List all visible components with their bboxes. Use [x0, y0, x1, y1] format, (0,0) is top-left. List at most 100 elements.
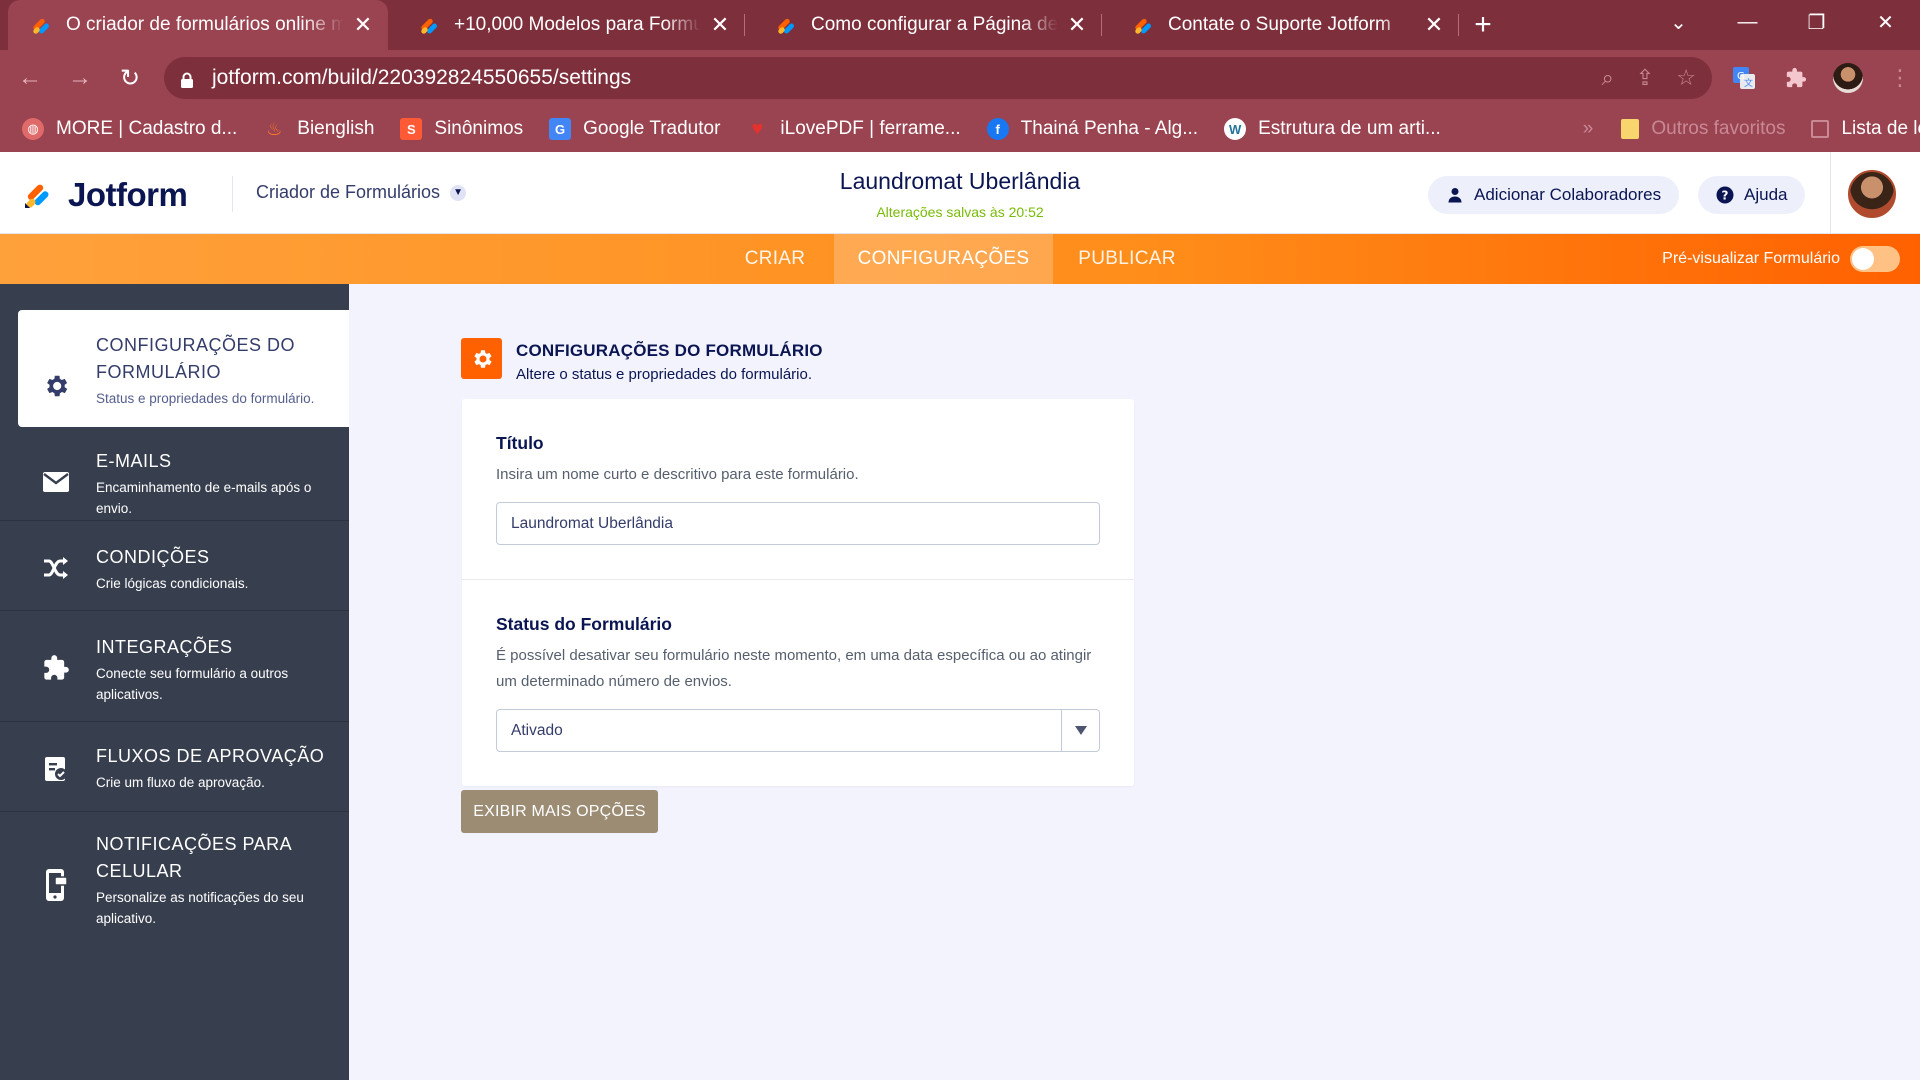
folder-icon: [1621, 119, 1640, 139]
bookmark-item[interactable]: ♥ iLovePDF | ferrame...: [746, 118, 960, 140]
title-help: Insira um nome curto e descritivo para e…: [496, 466, 859, 483]
share-icon[interactable]: ⇪: [1636, 65, 1654, 91]
sidebar-item-mobile-notifications[interactable]: NOTIFICAÇÕES PARA CELULAR Personalize as…: [0, 813, 349, 943]
jotform-favicon-icon: [30, 13, 54, 37]
bookmarks-overflow-chevron-icon[interactable]: »: [1583, 118, 1594, 140]
restore-icon[interactable]: ❐: [1782, 0, 1851, 44]
settings-sidebar: CONFIGURAÇÕES DO FORMULÁRIO Status e pro…: [0, 284, 349, 1080]
preview-label: Pré-visualizar Formulário: [1662, 250, 1840, 267]
sidebar-item-title: CONDIÇÕES: [96, 547, 210, 567]
other-bookmarks-folder[interactable]: Outros favoritos: [1621, 118, 1785, 140]
sidebar-item-desc: Encaminhamento de e-mails após o envio.: [96, 480, 312, 516]
bookmark-label: Estrutura de um arti...: [1258, 118, 1441, 139]
toggle-switch[interactable]: [1850, 246, 1900, 272]
browser-tab[interactable]: Contate o Suporte Jotform ✕: [1102, 0, 1459, 50]
browser-tab-strip: O criador de formulários online mais fác…: [0, 0, 1920, 50]
tab-separator: [1458, 14, 1459, 36]
add-collaborators-button[interactable]: Adicionar Colaboradores: [1428, 176, 1680, 214]
gear-icon: [40, 370, 72, 402]
bookmark-star-icon[interactable]: ☆: [1676, 65, 1696, 91]
minimize-icon[interactable]: —: [1713, 0, 1782, 44]
bookmark-item[interactable]: W Estrutura de um arti...: [1224, 118, 1441, 140]
title-label: Título: [496, 433, 544, 453]
back-arrow-icon[interactable]: ←: [10, 58, 50, 98]
svg-text:?: ?: [1722, 189, 1729, 203]
approval-icon: [40, 753, 72, 785]
help-button[interactable]: ? Ajuda: [1698, 176, 1806, 214]
sidebar-item-conditions[interactable]: CONDIÇÕES Crie lógicas condicionais.: [0, 522, 349, 611]
tab-criar[interactable]: CRIAR: [720, 234, 830, 284]
user-avatar[interactable]: [1848, 170, 1896, 218]
sidebar-item-desc: Conecte seu formulário a outros aplicati…: [96, 666, 289, 702]
close-tab-icon[interactable]: ✕: [1066, 12, 1088, 37]
heart-icon: ♥: [751, 117, 764, 140]
browser-tab[interactable]: Como configurar a Página de Agradeciment…: [745, 0, 1102, 50]
sidebar-item-approval-flows[interactable]: FLUXOS DE APROVAÇÃO Crie um fluxo de apr…: [0, 723, 349, 812]
address-toolbar: ← → ↻ jotform.com/build/220392824550655/…: [0, 50, 1920, 106]
tab-title: Contate o Suporte Jotform: [1168, 14, 1391, 35]
dropdown-arrow-icon[interactable]: [1061, 710, 1099, 751]
close-tab-icon[interactable]: ✕: [352, 12, 374, 37]
sidebar-item-title: FLUXOS DE APROVAÇÃO: [96, 746, 325, 766]
close-window-icon[interactable]: ✕: [1851, 0, 1920, 44]
section-header: CONFIGURAÇÕES DO FORMULÁRIO Altere o sta…: [461, 338, 823, 383]
section-title: CONFIGURAÇÕES DO FORMULÁRIO: [516, 341, 823, 360]
form-title-input[interactable]: [496, 502, 1100, 545]
bookmark-label: MORE | Cadastro d...: [56, 118, 238, 139]
status-field-group: Status do Formulário É possível desativa…: [462, 579, 1134, 786]
preview-form-toggle[interactable]: Pré-visualizar Formulário: [1662, 234, 1900, 284]
tab-publicar[interactable]: PUBLICAR: [1056, 234, 1198, 284]
reload-icon[interactable]: ↻: [110, 58, 150, 98]
new-tab-button[interactable]: +: [1459, 0, 1507, 50]
jotform-logo-icon: [22, 179, 54, 211]
menu-kebab-icon[interactable]: ⋮: [1880, 58, 1920, 98]
sidebar-item-form-settings[interactable]: CONFIGURAÇÕES DO FORMULÁRIO Status e pro…: [18, 310, 349, 427]
tab-title: Como configurar a Página de Agradeciment…: [811, 14, 1058, 35]
reading-list[interactable]: Lista de leitura: [1811, 118, 1920, 140]
browser-tab[interactable]: +10,000 Modelos para Formulários ✕: [388, 0, 745, 50]
status-value: Ativado: [511, 721, 563, 739]
builder-label: Criador de Formulários: [256, 182, 441, 202]
form-status-select[interactable]: Ativado: [496, 709, 1100, 752]
extensions-puzzle-icon[interactable]: [1776, 58, 1816, 98]
bookmark-item[interactable]: ♨ Bienglish: [263, 118, 374, 140]
section-subtitle: Altere o status e propriedades do formul…: [516, 366, 812, 383]
show-more-options-button[interactable]: EXIBIR MAIS OPÇÕES: [461, 790, 658, 833]
form-title[interactable]: Laundromat Uberlândia: [760, 168, 1160, 195]
tab-search-chevron-icon[interactable]: ⌄: [1644, 0, 1713, 44]
sidebar-item-title: CONFIGURAÇÕES DO FORMULÁRIO: [96, 335, 296, 382]
svg-text:文: 文: [1744, 77, 1753, 89]
bookmark-item[interactable]: f Thainá Penha - Alg...: [986, 118, 1198, 140]
sidebar-item-desc: Personalize as notificações do seu aplic…: [96, 890, 304, 926]
sidebar-item-desc: Crie lógicas condicionais.: [96, 576, 249, 591]
translate-extension-icon[interactable]: G文: [1724, 58, 1764, 98]
tab-title: O criador de formulários online mais fác…: [66, 14, 344, 35]
question-icon: ?: [1716, 186, 1734, 204]
forward-arrow-icon[interactable]: →: [60, 58, 100, 98]
sidebar-item-emails[interactable]: E-MAILS Encaminhamento de e-mails após o…: [0, 434, 349, 521]
jotform-logo[interactable]: Jotform: [22, 176, 188, 214]
sidebar-item-title: INTEGRAÇÕES: [96, 637, 233, 657]
close-tab-icon[interactable]: ✕: [1423, 12, 1445, 37]
bookmark-item[interactable]: ◍ MORE | Cadastro d...: [22, 118, 237, 140]
translate-icon: G: [549, 118, 572, 140]
profile-avatar-icon[interactable]: [1828, 58, 1868, 98]
bookmark-item[interactable]: G Google Tradutor: [549, 118, 720, 140]
chevron-down-icon: ▼: [450, 184, 467, 201]
help-label: Ajuda: [1744, 185, 1788, 204]
builder-dropdown[interactable]: Criador de Formulários ▼: [256, 182, 467, 203]
zoom-search-icon[interactable]: ⌕: [1602, 65, 1614, 91]
title-field-group: Título Insira um nome curto e descritivo…: [462, 399, 1134, 579]
sidebar-item-integrations[interactable]: INTEGRAÇÕES Conecte seu formulário a out…: [0, 612, 349, 722]
mobile-icon: [40, 869, 72, 901]
sidebar-item-desc: Crie um fluxo de aprovação.: [96, 775, 265, 790]
user-icon: [1446, 186, 1464, 204]
tab-title: +10,000 Modelos para Formulários: [454, 14, 701, 35]
wordpress-icon: W: [1224, 118, 1247, 140]
url-bar[interactable]: jotform.com/build/220392824550655/settin…: [164, 57, 1712, 99]
sidebar-item-desc: Status e propriedades do formulário.: [96, 391, 315, 406]
browser-tab[interactable]: O criador de formulários online mais fác…: [8, 0, 388, 50]
tab-configuracoes[interactable]: CONFIGURAÇÕES: [834, 234, 1053, 284]
close-tab-icon[interactable]: ✕: [709, 12, 731, 37]
bookmark-item[interactable]: S Sinônimos: [400, 118, 523, 140]
